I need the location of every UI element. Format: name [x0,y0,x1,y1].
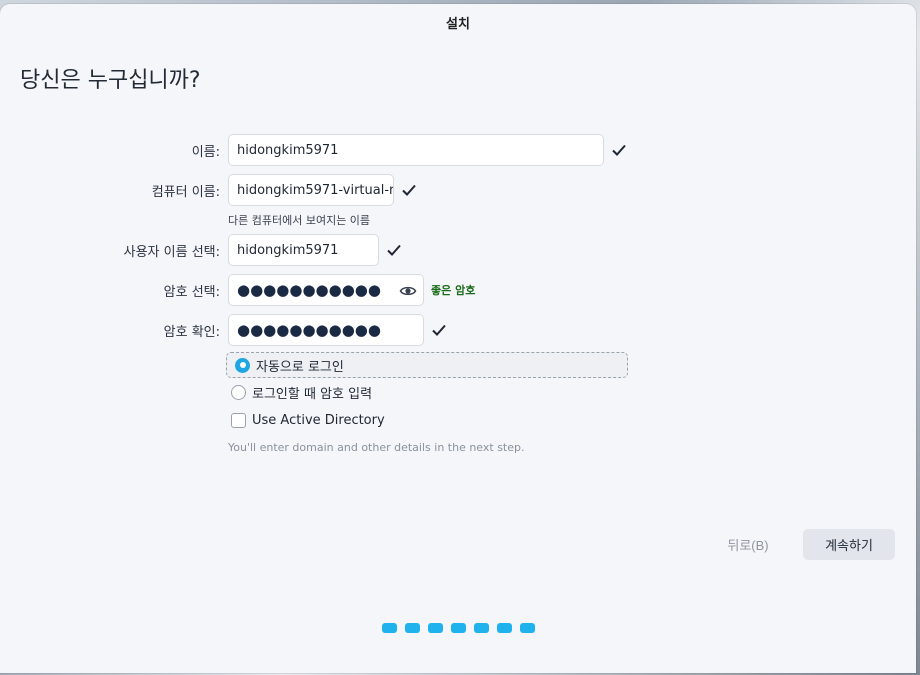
progress-step [405,623,420,633]
progress-step [382,623,397,633]
name-value: hidongkim5971 [237,142,339,158]
check-icon [432,324,446,336]
active-directory-note: You'll enter domain and other details in… [228,441,525,454]
check-icon [612,144,626,156]
installer-window: 설치 당신은 누구십니까? 이름: hidongkim5971 컴퓨터 이름: … [0,4,916,673]
window-title: 설치 [446,16,470,32]
check-icon [387,244,401,256]
password-strength: 좋은 암호 [431,284,476,297]
back-button[interactable]: 뒤로(B) [712,529,784,560]
active-directory-checkbox[interactable]: Use Active Directory [228,407,385,433]
computer-name-value: hidongkim5971-virtual-r [237,182,394,198]
progress-step [474,623,489,633]
username-value: hidongkim5971 [237,242,339,258]
active-directory-label: Use Active Directory [252,412,385,428]
eye-icon[interactable] [399,282,417,300]
confirm-password-row: 암호 확인: ●●●●●●●●●●● [0,314,916,346]
computer-name-field[interactable]: hidongkim5971-virtual-r [228,174,394,206]
progress-step [520,623,535,633]
auto-login-radio[interactable]: 자동으로 로그인 [226,352,628,378]
auto-login-label: 자동으로 로그인 [256,359,344,375]
name-label: 이름: [191,144,220,160]
radio-selected-icon [235,357,250,373]
username-row: 사용자 이름 선택: hidongkim5971 [0,234,916,266]
computer-name-row: 컴퓨터 이름: hidongkim5971-virtual-r [0,174,916,206]
progress-indicator [382,623,535,633]
name-field[interactable]: hidongkim5971 [228,134,604,166]
confirm-password-field[interactable]: ●●●●●●●●●●● [228,314,424,346]
confirm-password-value: ●●●●●●●●●●● [237,321,381,339]
password-label: 암호 선택: [163,284,220,300]
confirm-password-label: 암호 확인: [163,324,220,340]
password-field[interactable]: ●●●●●●●●●●● [228,274,424,306]
next-button[interactable]: 계속하기 [803,529,895,560]
page-title: 당신은 누구십니까? [20,68,201,93]
progress-step [428,623,443,633]
checkbox-icon [231,412,246,428]
progress-step [451,623,466,633]
username-label: 사용자 이름 선택: [123,244,220,260]
title-bar: 설치 [0,4,916,40]
password-value: ●●●●●●●●●●● [237,281,381,299]
radio-unselected-icon [231,384,246,400]
password-row: 암호 선택: ●●●●●●●●●●● 좋은 암호 [0,274,916,306]
progress-step [497,623,512,633]
computer-name-label: 컴퓨터 이름: [151,184,220,200]
username-field[interactable]: hidongkim5971 [228,234,379,266]
require-password-label: 로그인할 때 암호 입력 [252,386,373,402]
require-password-radio[interactable]: 로그인할 때 암호 입력 [228,379,372,405]
computer-name-hint: 다른 컴퓨터에서 보여지는 이름 [228,214,371,227]
name-row: 이름: hidongkim5971 [0,134,916,166]
check-icon [402,184,416,196]
